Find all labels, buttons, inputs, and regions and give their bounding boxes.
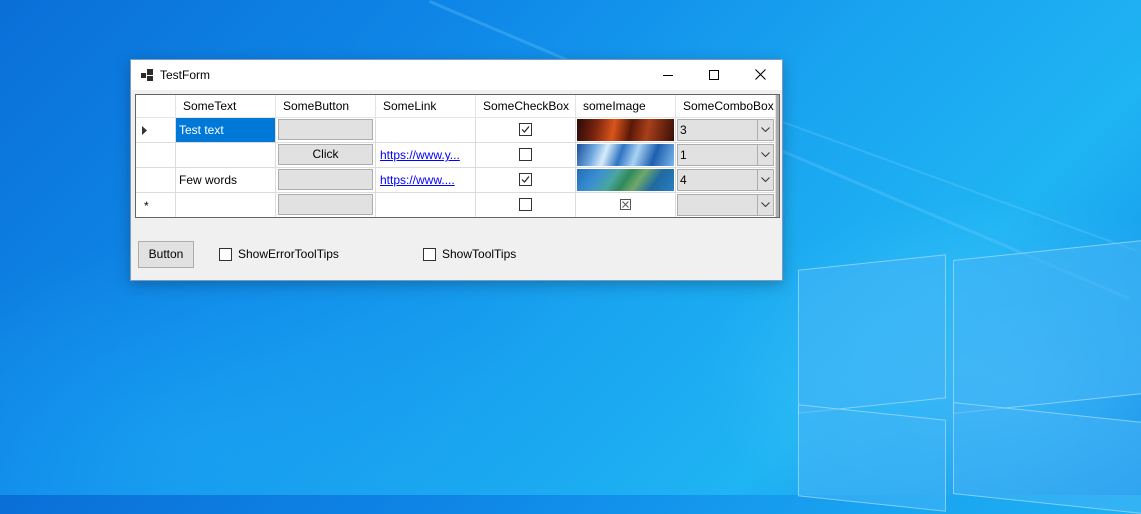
grid-checkbox[interactable] [519, 148, 532, 161]
windows-logo-pane [953, 402, 1141, 514]
cell-combo: 1 [676, 143, 776, 168]
cell-text[interactable]: Few words [176, 168, 276, 193]
click-button[interactable]: Click [278, 144, 373, 165]
title-bar[interactable]: TestForm [131, 60, 782, 90]
maximize-icon [709, 70, 719, 80]
column-header-sometext[interactable]: SomeText [176, 95, 276, 118]
cell-checkbox [476, 143, 576, 168]
close-button[interactable] [737, 60, 783, 90]
current-row-arrow-icon [142, 126, 147, 135]
column-header-somecheckbox[interactable]: SomeCheckBox [476, 95, 576, 118]
cell-checkbox [476, 193, 576, 217]
app-icon [141, 69, 153, 81]
combo-value: 1 [680, 148, 687, 162]
form-button[interactable]: Button [138, 241, 194, 268]
cell-image [576, 193, 676, 217]
grid-checkbox[interactable] [519, 123, 532, 136]
column-header-somebutton[interactable]: SomeButton [276, 95, 376, 118]
cell-checkbox [476, 118, 576, 143]
combo-value: 4 [680, 173, 687, 187]
data-grid-view[interactable]: SomeText SomeButton SomeLink SomeCheckBo… [135, 94, 780, 218]
chevron-down-icon [761, 127, 770, 132]
grid-combobox[interactable]: 1 [677, 144, 774, 166]
window-title: TestForm [160, 68, 211, 82]
row-header[interactable] [136, 143, 176, 168]
cell-link[interactable] [376, 193, 476, 217]
grid-corner-header[interactable] [136, 95, 176, 118]
minimize-icon [663, 75, 673, 76]
chevron-down-icon [761, 177, 770, 182]
show-error-tooltips-label[interactable]: ShowErrorToolTips [238, 247, 339, 261]
cell-checkbox [476, 168, 576, 193]
check-mark-icon [521, 126, 530, 133]
windows-logo-pane [798, 254, 946, 414]
cell-link[interactable]: https://www.... [376, 168, 476, 193]
chevron-down-icon [761, 152, 770, 157]
cell-button [276, 168, 376, 193]
cell-combo: 4 [676, 168, 776, 193]
chevron-down-icon [761, 202, 770, 207]
close-icon [755, 69, 766, 80]
ice-image [577, 144, 674, 166]
new-row-marker: * [144, 199, 149, 213]
checkbox-box[interactable] [219, 248, 232, 261]
grid-checkbox[interactable] [519, 198, 532, 211]
cell-link[interactable] [376, 118, 476, 143]
column-header-someimage[interactable]: someImage [576, 95, 676, 118]
row-header[interactable] [136, 168, 176, 193]
combo-value: 3 [680, 123, 687, 137]
check-mark-icon [521, 176, 530, 183]
minimize-button[interactable] [645, 60, 691, 90]
combo-dropdown-button[interactable] [757, 170, 773, 190]
show-tooltips-label[interactable]: ShowToolTips [442, 247, 516, 261]
new-row-header[interactable]: * [136, 193, 176, 217]
cell-link[interactable]: https://www.y... [376, 143, 476, 168]
cell-text[interactable] [176, 143, 276, 168]
cell-combo [676, 193, 776, 217]
column-header-somelink[interactable]: SomeLink [376, 95, 476, 118]
test-form-window: TestForm SomeText SomeButton SomeLink So… [130, 59, 783, 281]
cell-button: Click [276, 143, 376, 168]
grid-button[interactable] [278, 194, 373, 215]
cell-text[interactable] [176, 193, 276, 217]
missing-image-icon [620, 199, 631, 210]
cell-combo: 3 [676, 118, 776, 143]
column-header-somecombobox[interactable]: SomeComboBox [676, 95, 776, 118]
grid-checkbox[interactable] [519, 173, 532, 186]
maximize-button[interactable] [691, 60, 737, 90]
windows-logo-pane [798, 404, 946, 512]
grid-combobox[interactable]: 3 [677, 119, 774, 141]
cell-button [276, 118, 376, 143]
grid-combobox[interactable]: 4 [677, 169, 774, 191]
row-header[interactable] [136, 118, 176, 143]
cell-image [576, 168, 676, 193]
windows-logo-pane [953, 240, 1141, 414]
grid-button[interactable] [278, 169, 373, 190]
combo-dropdown-button[interactable] [757, 145, 773, 165]
coast-image [577, 169, 674, 191]
cell-text[interactable]: Test text [176, 118, 276, 143]
checkbox-box[interactable] [423, 248, 436, 261]
combo-dropdown-button[interactable] [757, 195, 773, 215]
grid-button[interactable] [278, 119, 373, 140]
fire-image [577, 119, 674, 141]
combo-dropdown-button[interactable] [757, 120, 773, 140]
cell-button [276, 193, 376, 217]
cell-image [576, 118, 676, 143]
grid-combobox[interactable] [677, 194, 774, 216]
cell-image [576, 143, 676, 168]
